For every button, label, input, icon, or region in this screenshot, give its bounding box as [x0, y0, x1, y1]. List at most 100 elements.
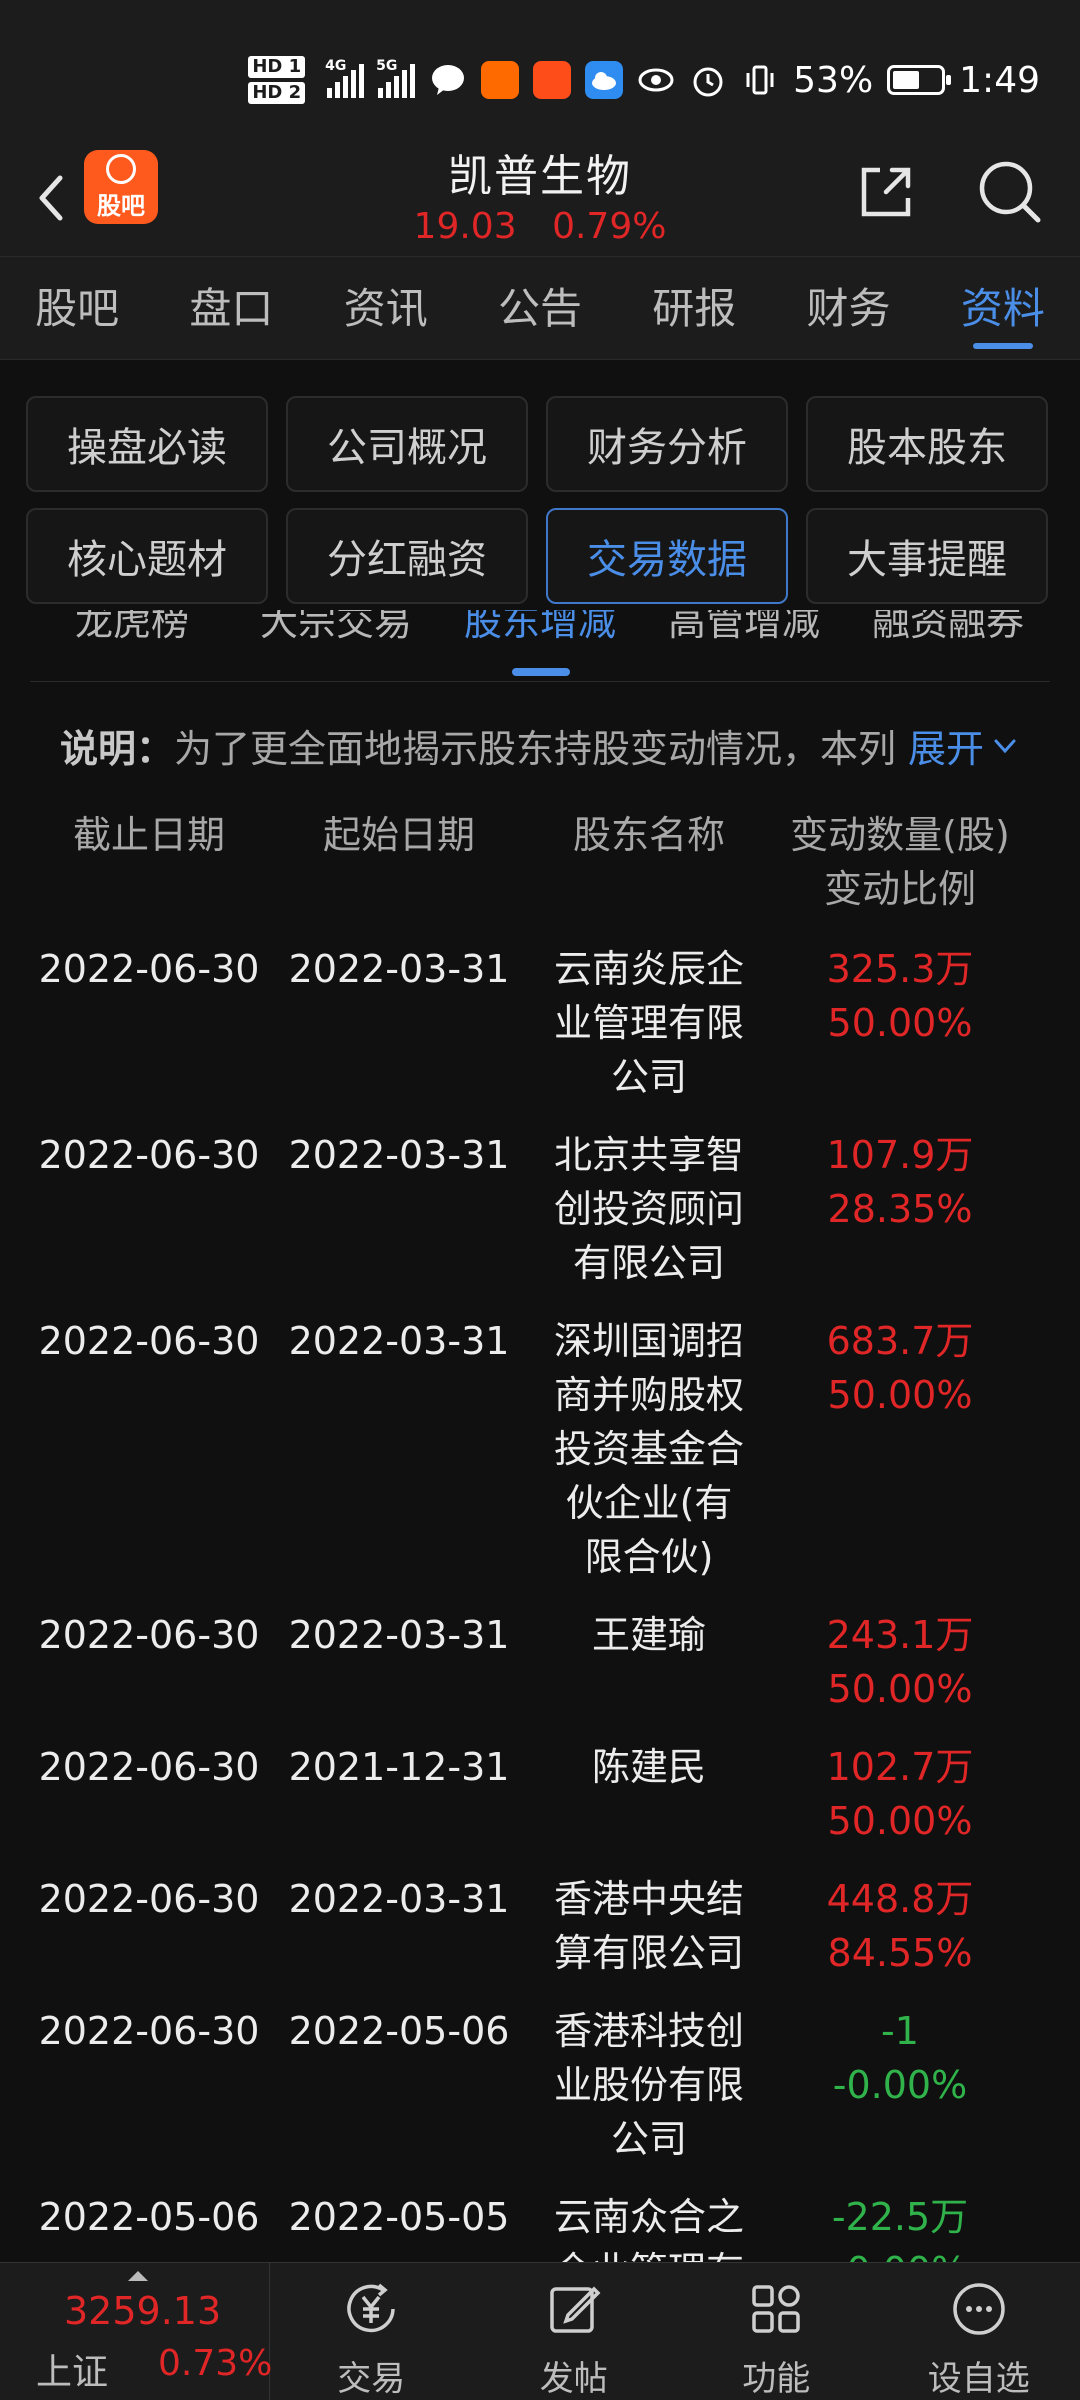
chip-must-read[interactable]: 操盘必读 — [26, 396, 268, 492]
dual-sim-indicator: HD 1 HD 2 — [248, 56, 306, 104]
row-end-date: 2022-06-30 — [38, 1133, 260, 1177]
back-arrow-icon[interactable] — [24, 168, 84, 228]
stock-title-block: 凯普生物 19.03 0.79% — [340, 140, 740, 247]
main-tabs: 股吧 盘口 资讯 公告 研报 财务 资料 — [0, 256, 1080, 360]
subtab-margin-trading[interactable]: 融资融券 — [846, 610, 1050, 660]
chip-company-overview[interactable]: 公司概况 — [286, 396, 528, 492]
row-change-qty: 448.8万 — [826, 1877, 974, 1921]
subtab-executive-changes[interactable]: 高管增减 — [642, 610, 846, 660]
explanation-note: 说明：为了更全面地揭示股东持股变动情况，本列 展开 — [60, 718, 1020, 782]
table-row[interactable]: 2022-06-30 2022-03-31 王建瑜 243.1万 50.00% — [24, 1608, 1056, 1716]
status-bar: HD 1 HD 2 4G 5G 53% 1:49 — [0, 0, 1080, 150]
edit-post-icon — [550, 2286, 601, 2333]
row-start-date: 2022-03-31 — [288, 1613, 510, 1657]
row-end-date: 2022-06-30 — [38, 1613, 260, 1657]
tab-finance[interactable]: 财务 — [771, 257, 925, 359]
table-row[interactable]: 2022-06-30 2022-03-31 云南炎辰企业管理有限公司 325.3… — [24, 942, 1056, 1104]
col-change[interactable]: 变动数量(股) 变动比例 — [774, 808, 1026, 916]
expand-button[interactable]: 展开 — [901, 718, 1020, 773]
row-end-date: 2022-06-30 — [38, 947, 260, 991]
chip-trading-data[interactable]: 交易数据 — [546, 508, 788, 604]
profile-category-chips: 操盘必读 公司概况 财务分析 股本股东 核心题材 分红融资 交易数据 大事提醒 — [26, 396, 1054, 604]
row-change-pct: 50.00% — [827, 1799, 973, 1843]
row-holder-name: 香港科技创业股份有限公司 — [554, 2009, 745, 2161]
row-holder-name: 云南炎辰企业管理有限公司 — [554, 947, 745, 1099]
logo-text: 股吧 — [97, 191, 145, 220]
chip-dividend-financing[interactable]: 分红融资 — [286, 508, 528, 604]
col-start-date[interactable]: 起始日期 — [274, 808, 524, 916]
stock-change-pct: 0.79% — [552, 206, 667, 247]
row-change: 325.3万 50.00% — [774, 942, 1026, 1104]
row-start-date: 2022-03-31 — [288, 1319, 510, 1363]
tab-research[interactable]: 研报 — [617, 257, 771, 359]
tab-news[interactable]: 资讯 — [309, 257, 463, 359]
table-row[interactable]: 2022-06-30 2021-12-31 陈建民 102.7万 50.00% — [24, 1740, 1056, 1848]
row-start-date: 2022-03-31 — [288, 947, 510, 991]
row-change-pct: -0.00% — [832, 2063, 968, 2107]
row-end-date: 2022-06-30 — [38, 1745, 260, 1789]
row-holder-name: 深圳国调招商并购股权投资基金合伙企业(有限合伙) — [554, 1319, 745, 1579]
subtab-dragon-tiger[interactable]: 龙虎榜 — [30, 610, 234, 660]
row-change-pct: 50.00% — [827, 1667, 973, 1711]
nav-add-watchlist[interactable]: 设自选 — [878, 2263, 1080, 2400]
note-label: 说明： — [60, 727, 175, 771]
tab-profile[interactable]: 资料 — [926, 257, 1080, 359]
row-end-date: 2022-06-30 — [38, 1877, 260, 1921]
subtab-block-trade[interactable]: 大宗交易 — [234, 610, 438, 660]
row-change: 243.1万 50.00% — [774, 1608, 1026, 1716]
col-holder-name[interactable]: 股东名称 — [524, 808, 774, 916]
index-ticker[interactable]: 3259.13 上证 0.73% — [0, 2263, 272, 2400]
row-change-qty: 102.7万 — [826, 1745, 974, 1789]
nav-post[interactable]: 发帖 — [473, 2263, 676, 2400]
col-end-date[interactable]: 截止日期 — [24, 808, 274, 916]
row-holder-name: 香港中央结算有限公司 — [554, 1877, 745, 1975]
tab-announcements[interactable]: 公告 — [463, 257, 617, 359]
caret-up-icon — [128, 2271, 148, 2281]
subtab-holder-changes[interactable]: 股东增减 — [438, 610, 642, 660]
battery-percent: 53% — [793, 59, 874, 101]
trade-yuan-icon — [347, 2283, 395, 2333]
tab-guba[interactable]: 股吧 — [0, 257, 154, 359]
row-change-pct: 50.00% — [827, 1373, 973, 1417]
row-change: 107.9万 28.35% — [774, 1128, 1026, 1290]
nav-functions[interactable]: 功能 — [675, 2263, 878, 2400]
row-start-date: 2022-03-31 — [288, 1877, 510, 1921]
more-dots-icon — [953, 2283, 1005, 2335]
nav-trade-label: 交易 — [337, 2359, 406, 2399]
taobao-app-icon — [481, 61, 520, 99]
row-holder-name: 北京共享智创投资顾问有限公司 — [554, 1133, 745, 1285]
subtab-indicator — [512, 668, 570, 676]
share-icon[interactable] — [846, 152, 926, 232]
trading-data-subtabs: 龙虎榜 大宗交易 股东增减 高管增减 融资融券 — [30, 610, 1050, 682]
row-start-date: 2022-03-31 — [288, 1133, 510, 1177]
row-start-date: 2022-05-06 — [288, 2009, 510, 2053]
alarm-icon — [693, 67, 723, 97]
vibrate-icon — [746, 65, 774, 95]
nav-post-label: 发帖 — [539, 2359, 608, 2399]
chip-financial-analysis[interactable]: 财务分析 — [546, 396, 788, 492]
table-row[interactable]: 2022-06-30 2022-03-31 香港中央结算有限公司 448.8万 8… — [24, 1872, 1056, 1980]
row-holder-name: 陈建民 — [591, 1745, 706, 1789]
row-change-qty: 683.7万 — [826, 1319, 974, 1363]
chip-shareholders[interactable]: 股本股东 — [806, 396, 1048, 492]
signal-5g-icon: 5G — [376, 58, 416, 98]
tab-pankou[interactable]: 盘口 — [154, 257, 308, 359]
chip-core-themes[interactable]: 核心题材 — [26, 508, 268, 604]
cloud-app-icon — [585, 61, 624, 99]
col-change-qty: 变动数量(股) — [790, 813, 1010, 857]
note-text: 为了更全面地揭示股东持股变动情况，本列 — [174, 727, 897, 771]
battery-icon — [887, 65, 952, 95]
search-icon[interactable] — [970, 152, 1050, 232]
chevron-down-icon — [994, 739, 1016, 753]
row-end-date: 2022-06-30 — [38, 2009, 260, 2053]
logo-glyph-icon — [106, 153, 136, 184]
stock-header: 股吧 凯普生物 19.03 0.79% — [0, 150, 1080, 256]
row-change: 448.8万 84.55% — [774, 1872, 1026, 1980]
table-row[interactable]: 2022-06-30 2022-03-31 深圳国调招商并购股权投资基金合伙企业… — [24, 1314, 1056, 1584]
guba-logo[interactable]: 股吧 — [84, 150, 158, 224]
table-row[interactable]: 2022-06-30 2022-03-31 北京共享智创投资顾问有限公司 107… — [24, 1128, 1056, 1290]
nav-trade[interactable]: 交易 — [270, 2263, 473, 2400]
chip-major-events[interactable]: 大事提醒 — [806, 508, 1048, 604]
table-header: 截止日期 起始日期 股东名称 变动数量(股) 变动比例 — [24, 808, 1056, 916]
table-row[interactable]: 2022-06-30 2022-05-06 香港科技创业股份有限公司 -1 -0.… — [24, 2004, 1056, 2166]
